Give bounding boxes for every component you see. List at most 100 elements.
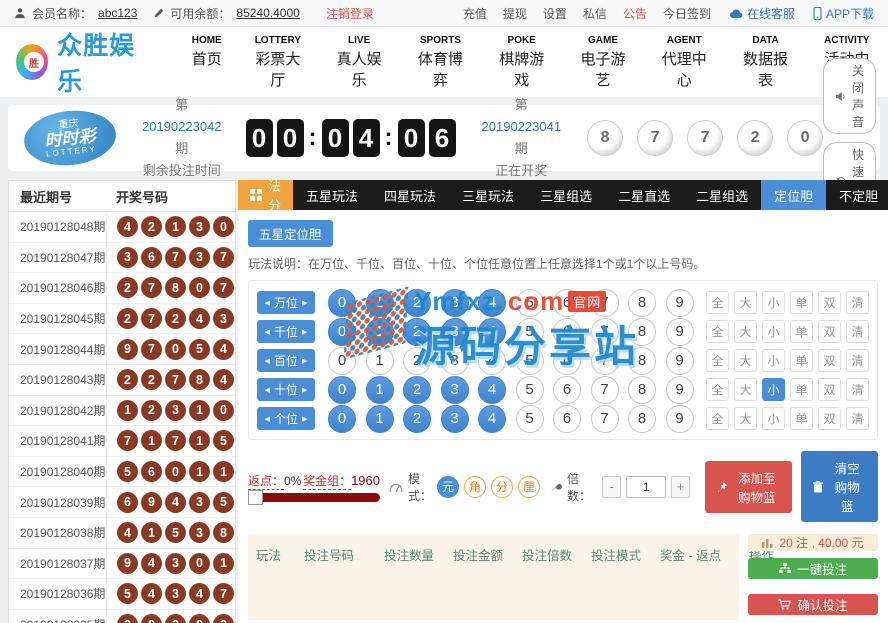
app-download-link[interactable]: APP下载 (813, 5, 874, 22)
digit-个位-3[interactable]: 3 (441, 405, 469, 433)
digit-十位-3[interactable]: 3 (441, 376, 469, 404)
tab-二星直选[interactable]: 二星直选 (605, 180, 683, 210)
quick-个位-大[interactable]: 大 (734, 407, 757, 430)
quick-千位-全[interactable]: 全 (706, 320, 729, 343)
digit-个位-2[interactable]: 2 (403, 405, 431, 433)
quick-十位-清[interactable]: 清 (846, 378, 869, 401)
digit-万位-7[interactable]: 7 (591, 289, 619, 317)
nav-item-lottery[interactable]: LOTTERY彩票大厅 (253, 35, 303, 90)
quick-个位-全[interactable]: 全 (706, 407, 729, 430)
position-button-十位[interactable]: ◀十位▶ (257, 378, 315, 401)
nav-item-agent[interactable]: AGENT代理中心 (659, 35, 709, 90)
digit-万位-0[interactable]: 0 (328, 289, 356, 317)
quick-万位-双[interactable]: 双 (818, 291, 841, 314)
mode-元[interactable]: 元 (437, 476, 459, 498)
quick-个位-双[interactable]: 双 (818, 407, 841, 430)
tab-三星组选[interactable]: 三星组选 (527, 180, 605, 210)
digit-个位-8[interactable]: 8 (628, 405, 656, 433)
digit-百位-0[interactable]: 0 (328, 347, 356, 375)
quick-万位-清[interactable]: 清 (846, 291, 869, 314)
rebate-slider[interactable] (248, 493, 380, 502)
quick-十位-单[interactable]: 单 (790, 378, 813, 401)
add-to-basket-button[interactable]: 添加至购物篮 (705, 461, 792, 513)
digit-百位-8[interactable]: 8 (628, 347, 656, 375)
nav-item-data[interactable]: DATA数据报表 (740, 35, 790, 90)
topbar-link-充值[interactable]: 充值 (463, 5, 487, 22)
tab-定位胆[interactable]: 定位胆 (761, 180, 826, 210)
topbar-link-提现[interactable]: 提现 (503, 5, 527, 22)
quick-千位-大[interactable]: 大 (734, 320, 757, 343)
quick-百位-全[interactable]: 全 (706, 349, 729, 372)
digit-百位-7[interactable]: 7 (591, 347, 619, 375)
digit-个位-6[interactable]: 6 (553, 405, 581, 433)
mode-厘[interactable]: 厘 (518, 476, 540, 498)
rebate-slider-handle[interactable] (248, 490, 263, 505)
digit-万位-8[interactable]: 8 (628, 289, 656, 317)
position-button-万位[interactable]: ◀万位▶ (257, 291, 315, 314)
quick-个位-小[interactable]: 小 (762, 407, 785, 430)
nav-item-poke[interactable]: POKE棋牌游戏 (497, 35, 547, 90)
position-button-千位[interactable]: ◀千位▶ (257, 320, 315, 343)
digit-万位-4[interactable]: 4 (478, 289, 506, 317)
position-button-百位[interactable]: ◀百位▶ (257, 349, 315, 372)
digit-千位-5[interactable]: 5 (516, 318, 544, 346)
nav-item-sports[interactable]: SPORTS体育博弈 (415, 35, 465, 90)
subtab-five-star[interactable]: 五星定位胆 (248, 220, 333, 247)
digit-千位-3[interactable]: 3 (441, 318, 469, 346)
digit-百位-3[interactable]: 3 (441, 347, 469, 375)
multiple-minus-button[interactable]: - (602, 476, 621, 498)
digit-十位-0[interactable]: 0 (328, 376, 356, 404)
quick-十位-大[interactable]: 大 (734, 378, 757, 401)
digit-万位-6[interactable]: 6 (553, 289, 581, 317)
digit-千位-8[interactable]: 8 (628, 318, 656, 346)
balance-value[interactable]: 85240.4000 (236, 6, 299, 20)
quick-百位-小[interactable]: 小 (762, 349, 785, 372)
quick-千位-单[interactable]: 单 (790, 320, 813, 343)
tab-四星玩法[interactable]: 四星玩法 (371, 180, 449, 210)
digit-十位-1[interactable]: 1 (366, 376, 394, 404)
quick-万位-全[interactable]: 全 (706, 291, 729, 314)
digit-个位-5[interactable]: 5 (516, 405, 544, 433)
service-link[interactable]: 在线客服 (729, 5, 795, 22)
digit-百位-2[interactable]: 2 (403, 347, 431, 375)
digit-万位-9[interactable]: 9 (666, 289, 694, 317)
confirm-bet-button[interactable]: 确认投注 (748, 594, 878, 615)
clear-basket-button[interactable]: 清空购物篮 (801, 451, 878, 522)
digit-百位-1[interactable]: 1 (366, 347, 394, 375)
nav-item-home[interactable]: HOME首页 (192, 35, 222, 90)
quick-十位-全[interactable]: 全 (706, 378, 729, 401)
digit-个位-0[interactable]: 0 (328, 405, 356, 433)
nav-item-live[interactable]: LIVE真人娱乐 (334, 35, 384, 90)
digit-千位-1[interactable]: 1 (366, 318, 394, 346)
digit-个位-4[interactable]: 4 (478, 405, 506, 433)
quick-十位-双[interactable]: 双 (818, 378, 841, 401)
quick-万位-小[interactable]: 小 (762, 291, 785, 314)
digit-十位-7[interactable]: 7 (591, 376, 619, 404)
tab-category[interactable]: 玩法分类 (238, 180, 293, 210)
quick-百位-清[interactable]: 清 (846, 349, 869, 372)
mode-分[interactable]: 分 (491, 476, 513, 498)
quick-个位-清[interactable]: 清 (846, 407, 869, 430)
multiple-plus-button[interactable]: + (671, 476, 690, 498)
quick-千位-双[interactable]: 双 (818, 320, 841, 343)
logout-link[interactable]: 注销登录 (326, 5, 374, 22)
digit-个位-9[interactable]: 9 (666, 405, 694, 433)
digit-万位-5[interactable]: 5 (516, 289, 544, 317)
topbar-link-今日签到[interactable]: 今日签到 (663, 5, 711, 22)
digit-万位-3[interactable]: 3 (441, 289, 469, 317)
digit-十位-9[interactable]: 9 (666, 376, 694, 404)
tab-五星玩法[interactable]: 五星玩法 (293, 180, 371, 210)
quick-十位-小[interactable]: 小 (762, 378, 785, 401)
digit-个位-1[interactable]: 1 (366, 405, 394, 433)
digit-千位-7[interactable]: 7 (591, 318, 619, 346)
digit-千位-4[interactable]: 4 (478, 318, 506, 346)
topbar-link-公告[interactable]: 公告 (623, 5, 647, 22)
digit-百位-6[interactable]: 6 (553, 347, 581, 375)
site-logo[interactable]: 胜 众胜娱乐 (16, 26, 150, 98)
topbar-link-私信[interactable]: 私信 (583, 5, 607, 22)
tab-二星组选[interactable]: 二星组选 (683, 180, 761, 210)
tab-三星玩法[interactable]: 三星玩法 (449, 180, 527, 210)
mute-sound-button[interactable]: 关闭声音 (823, 58, 876, 134)
position-button-个位[interactable]: ◀个位▶ (257, 407, 315, 430)
digit-百位-5[interactable]: 5 (516, 347, 544, 375)
